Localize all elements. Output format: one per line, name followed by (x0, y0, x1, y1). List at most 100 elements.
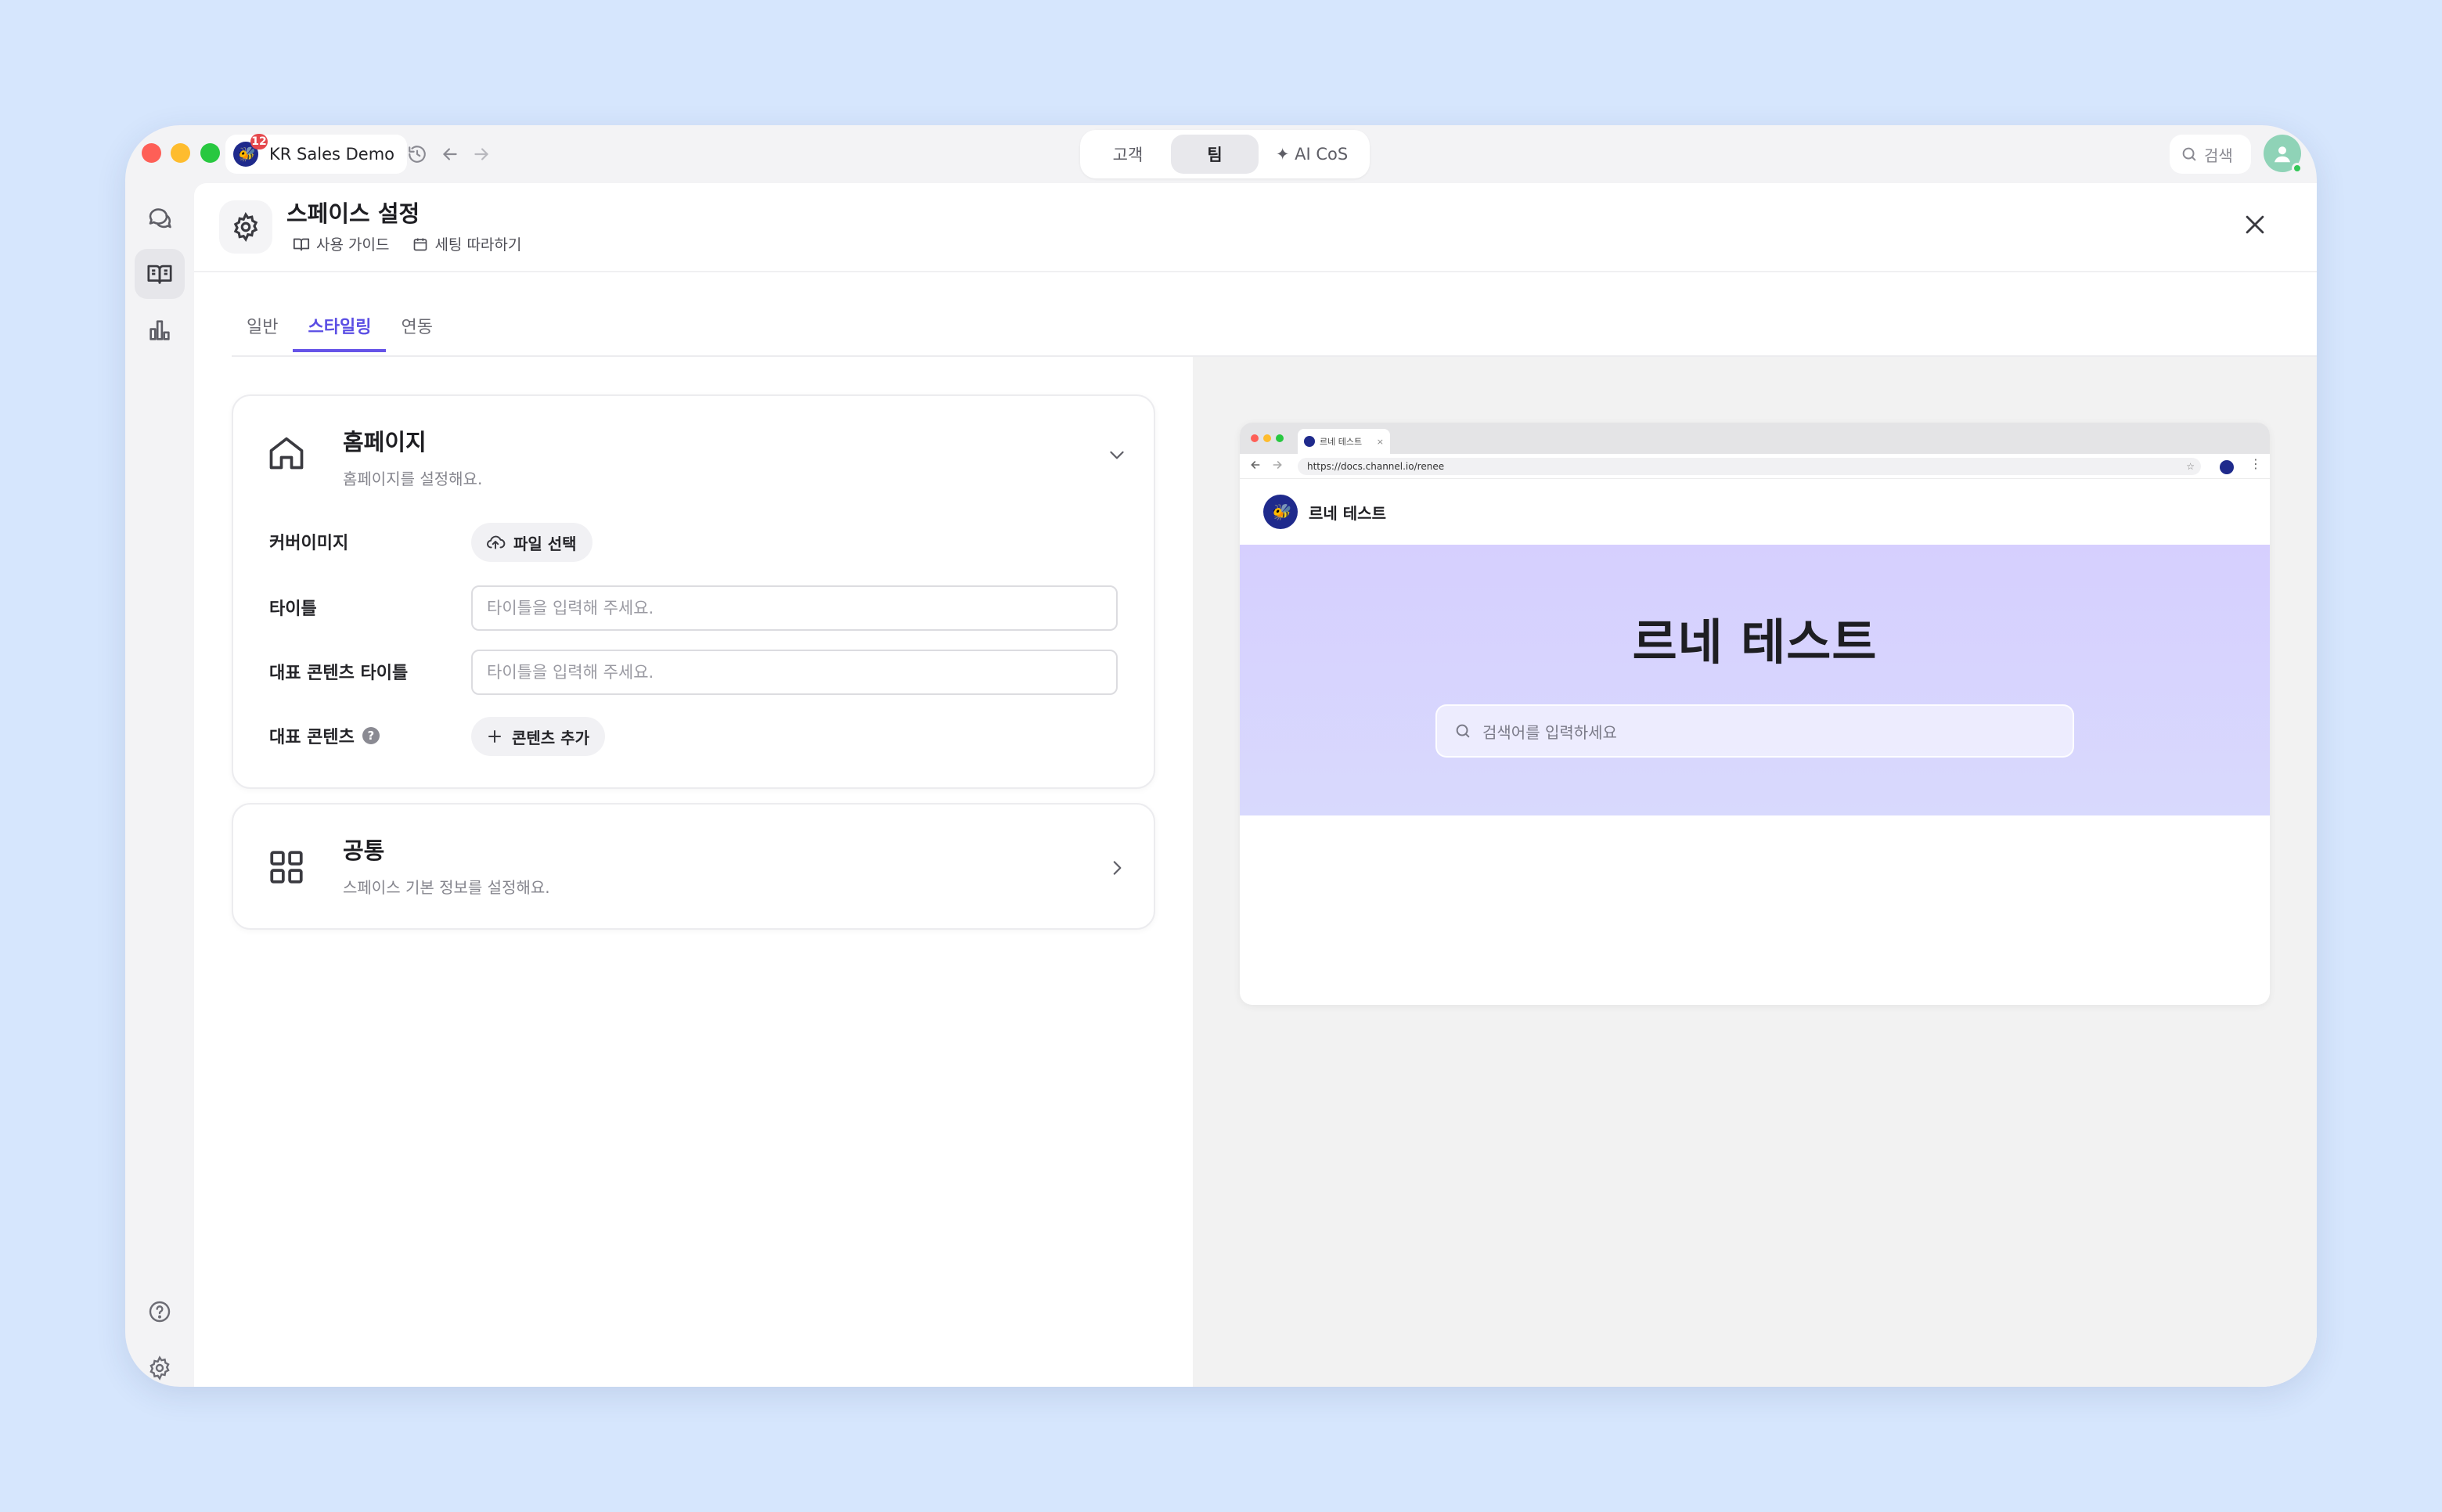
close-settings-button[interactable] (2235, 205, 2275, 244)
forward-arrow-icon (1271, 459, 1284, 474)
preview-browser-tabbar: 르네 테스트 × (1240, 423, 2270, 454)
rail-help-button[interactable] (141, 1293, 178, 1330)
preview-search-box: 검색어를 입력하세요 (1435, 704, 2074, 758)
setup-walkthrough-link[interactable]: 세팅 따라하기 (412, 233, 521, 254)
close-icon: × (1376, 436, 1384, 447)
bee-icon: 🐝 (236, 146, 255, 163)
search-icon (1456, 724, 1470, 738)
bar-chart-icon (149, 320, 170, 340)
featured-content-row-label: 대표 콘텐츠 ? (269, 723, 380, 748)
expand-chevron-button[interactable] (1105, 856, 1129, 880)
title-bar: 🐝 12 KR Sales Demo 고객 팀 ✦ AI CoS 검색 (125, 125, 2317, 183)
preview-brand-name: 르네 테스트 (1309, 503, 1386, 523)
workspace-logo: 🐝 12 (233, 134, 268, 167)
global-search-button[interactable]: 검색 (2170, 135, 2251, 174)
preview-yellow-light (1263, 434, 1271, 442)
preview-green-light (1276, 434, 1284, 442)
select-file-button[interactable]: 파일 선택 (471, 523, 592, 562)
homepage-settings-card: 홈페이지 홈페이지를 설정해요. 커버이미지 파일 선택 타이틀 대표 콘텐츠 … (232, 394, 1155, 789)
workspace-name: KR Sales Demo (269, 145, 395, 164)
preview-search-placeholder: 검색어를 입력하세요 (1482, 722, 1617, 742)
cloud-upload-icon (487, 535, 506, 549)
collapse-chevron-button[interactable] (1105, 443, 1129, 466)
rail-chat-button[interactable] (135, 193, 185, 243)
open-book-icon (147, 265, 172, 284)
workspace-switcher[interactable]: 🐝 12 KR Sales Demo (225, 134, 408, 174)
preview-url: https://docs.channel.io/renee (1307, 461, 1445, 472)
tab-general[interactable]: 일반 (232, 313, 293, 352)
browser-preview: 르네 테스트 × https://docs.channel.io/renee ☆ (1240, 423, 2270, 1005)
zoom-window-button[interactable] (200, 143, 220, 163)
settings-tabs: 일반 스타일링 연동 (232, 313, 448, 352)
back-arrow-icon[interactable] (437, 141, 463, 167)
forward-arrow-icon[interactable] (468, 141, 495, 167)
common-card-description: 스페이스 기본 정보를 설정해요. (343, 878, 550, 897)
search-icon (2182, 147, 2196, 161)
preview-brand-logo: 🐝 (1263, 495, 1298, 529)
select-file-label: 파일 선택 (513, 534, 577, 553)
star-icon: ☆ (2186, 461, 2195, 472)
user-guide-link[interactable]: 사용 가이드 (293, 233, 389, 254)
preview-hero-title: 르네 테스트 (1632, 614, 1878, 671)
search-label: 검색 (2204, 146, 2233, 165)
user-guide-label: 사용 가이드 (316, 236, 390, 254)
preview-red-light (1251, 434, 1259, 442)
page-title: 스페이스 설정 (286, 200, 420, 227)
chat-bubbles-icon (149, 208, 171, 229)
page-icon (219, 200, 272, 254)
preview-brand: 🐝 르네 테스트 (1263, 495, 1386, 529)
styling-preview-area: 르네 테스트 × https://docs.channel.io/renee ☆ (1193, 357, 2317, 1387)
rail-settings-button[interactable] (141, 1349, 178, 1387)
add-content-button[interactable]: 콘텐츠 추가 (471, 717, 605, 756)
bee-icon: 🐝 (1270, 502, 1291, 521)
app-window: 🐝 12 KR Sales Demo 고객 팀 ✦ AI CoS 검색 스페이스… (125, 125, 2317, 1387)
book-icon (293, 238, 310, 250)
online-status-dot (2292, 163, 2303, 174)
gear-icon (149, 1355, 170, 1381)
chevron-right-icon (1113, 861, 1122, 875)
tab-integration[interactable]: 연동 (386, 313, 447, 352)
back-arrow-icon (1249, 459, 1262, 474)
preview-url-bar: https://docs.channel.io/renee ☆ (1298, 458, 2201, 475)
help-icon[interactable]: ? (362, 727, 380, 744)
history-icon[interactable] (404, 141, 430, 167)
header-links: 사용 가이드 세팅 따라하기 (293, 233, 521, 254)
preview-favicon (1304, 436, 1315, 447)
featured-content-label: 대표 콘텐츠 (269, 728, 355, 747)
user-avatar[interactable] (2264, 135, 2303, 174)
mode-switcher: 고객 팀 ✦ AI CoS (1080, 130, 1370, 178)
segment-ai-cos[interactable]: ✦ AI CoS (1259, 135, 1365, 174)
rail-statistics-button[interactable] (135, 305, 185, 355)
title-input[interactable] (471, 585, 1118, 631)
settings-panel: 스페이스 설정 사용 가이드 세팅 따라하기 일반 스타일링 연동 홈페이지 홈… (194, 183, 2317, 1387)
title-label: 타이틀 (269, 599, 317, 619)
featured-content-title-input[interactable] (471, 650, 1118, 695)
header-divider (194, 271, 2317, 272)
preview-browser-tab: 르네 테스트 × (1298, 429, 1390, 454)
gear-icon (233, 212, 258, 242)
common-card-title: 공통 (343, 837, 385, 864)
add-content-label: 콘텐츠 추가 (512, 728, 589, 747)
featured-content-title-label: 대표 콘텐츠 타이틀 (269, 664, 409, 683)
plus-icon (488, 730, 501, 743)
common-settings-card[interactable]: 공통 스페이스 기본 정보를 설정해요. (232, 803, 1155, 930)
close-window-button[interactable] (142, 143, 161, 163)
minimize-window-button[interactable] (171, 143, 190, 163)
preview-tab-title: 르네 테스트 (1320, 437, 1363, 447)
home-icon (265, 430, 308, 474)
segment-team[interactable]: 팀 (1171, 135, 1259, 174)
homepage-card-title: 홈페이지 (343, 429, 427, 455)
rail-document-button[interactable] (135, 249, 185, 299)
notification-badge: 12 (250, 134, 268, 149)
person-icon (2275, 146, 2290, 163)
tab-styling[interactable]: 스타일링 (293, 313, 387, 352)
cover-image-label: 커버이미지 (269, 534, 349, 553)
setup-walkthrough-label: 세팅 따라하기 (434, 236, 522, 254)
close-icon (2246, 215, 2264, 234)
chevron-down-icon (1110, 451, 1124, 459)
preview-extension-icon (2220, 460, 2234, 474)
homepage-card-description: 홈페이지를 설정해요. (343, 470, 483, 488)
segment-customers[interactable]: 고객 (1085, 135, 1171, 174)
preview-address-row: https://docs.channel.io/renee ☆ ⋮ (1240, 454, 2270, 479)
grid-icon (265, 845, 308, 889)
